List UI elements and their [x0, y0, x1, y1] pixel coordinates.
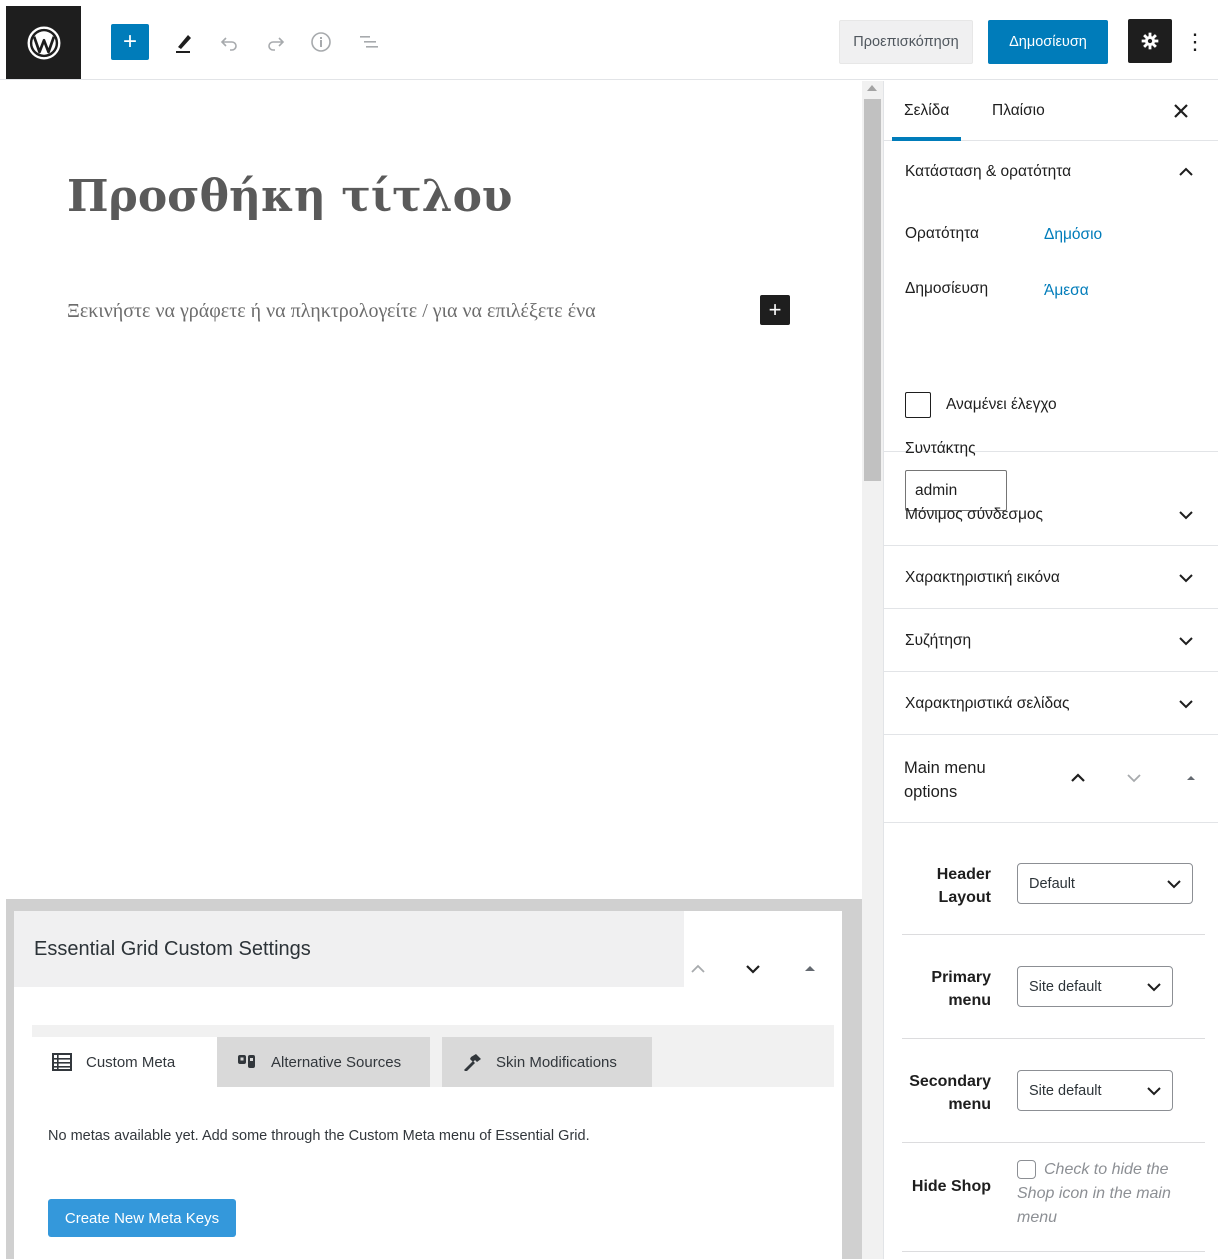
create-meta-keys-button[interactable]: Create New Meta Keys [48, 1199, 236, 1237]
move-up-chevron-icon[interactable] [1068, 768, 1088, 788]
publish-date-link[interactable]: Άμεσα [1044, 282, 1089, 300]
tab-block[interactable]: Πλαίσιο [980, 81, 1057, 141]
header-layout-label: Header Layout [936, 866, 991, 906]
visibility-value-link[interactable]: Δημόσιο [1044, 226, 1102, 244]
status-visibility-title: Κατάσταση & ορατότητα [905, 163, 1072, 180]
visibility-label: Ορατότητα [905, 225, 979, 242]
add-block-button[interactable]: + [111, 24, 149, 60]
chevron-down-icon [1167, 880, 1181, 889]
close-icon[interactable] [1170, 100, 1192, 122]
metabox-tabs: Custom Meta Alternative Sources Skin Mod… [32, 1025, 834, 1087]
main-menu-options-title: Main menu options [904, 759, 986, 801]
scrollbar-thumb[interactable] [864, 99, 881, 481]
wordpress-logo-icon[interactable] [6, 6, 81, 79]
move-up-chevron-icon[interactable] [686, 957, 710, 981]
hide-shop-description: Check to hide the Shop icon in the main … [1017, 1161, 1171, 1226]
publish-button[interactable]: Δημοσίευση [988, 20, 1108, 64]
tab-page[interactable]: Σελίδα [892, 81, 962, 141]
more-options-icon[interactable]: ⋮ [1183, 24, 1207, 60]
chevron-down-icon [1179, 573, 1193, 582]
editor-header: + Προεπισκόπηση Δημοσίευση ⋮ [0, 0, 1218, 80]
permalink-panel[interactable]: Μόνιμος σύνδεσμος [884, 484, 1218, 546]
hammer-icon [464, 1054, 481, 1071]
table-icon [52, 1053, 72, 1071]
collapse-triangle-icon[interactable] [798, 957, 822, 981]
status-visibility-panel: Κατάσταση & ορατότητα Ορατότητα Δημόσιο … [884, 141, 1218, 511]
redo-icon[interactable] [262, 28, 290, 56]
metabox-area: Essential Grid Custom Settings Custom Me… [6, 899, 862, 1259]
metabox-header[interactable]: Essential Grid Custom Settings [14, 911, 684, 987]
move-down-chevron-icon[interactable] [741, 957, 765, 981]
status-visibility-header[interactable]: Κατάσταση & ορατότητα [884, 141, 1218, 203]
tab-skin-modifications[interactable]: Skin Modifications [442, 1037, 652, 1087]
scroll-up-arrow-icon[interactable] [867, 85, 877, 91]
tab-alternative-sources[interactable]: Alternative Sources [217, 1037, 430, 1087]
settings-gear-icon[interactable] [1128, 19, 1172, 63]
editor-canvas: Προσθήκη τίτλου Ξεκινήστε να γράφετε ή ν… [0, 81, 862, 899]
sidebar-tabs: Σελίδα Πλαίσιο [884, 81, 1218, 141]
page-attributes-title: Χαρακτηριστικά σελίδας [905, 694, 1070, 712]
primary-menu-value: Site default [1029, 978, 1102, 995]
metabox-title: Essential Grid Custom Settings [34, 938, 311, 960]
move-down-chevron-icon[interactable] [1124, 768, 1144, 788]
chevron-down-icon [1179, 699, 1193, 708]
main-menu-options-header[interactable]: Main menu options [884, 736, 1218, 823]
publish-label: Δημοσίευση [905, 280, 989, 297]
chevron-down-icon [1147, 983, 1161, 992]
tab-skin-modifications-label: Skin Modifications [496, 1053, 617, 1071]
chevron-up-icon [1179, 167, 1193, 176]
primary-menu-row: Primary menu Site default [902, 936, 1205, 1039]
secondary-menu-label: Secondary menu [909, 1073, 991, 1113]
pending-review-label: Αναμένει έλεγχο [946, 396, 1057, 413]
preview-button[interactable]: Προεπισκόπηση [839, 20, 973, 64]
author-label: Συντάκτης [905, 440, 976, 457]
tab-custom-meta-label: Custom Meta [86, 1053, 176, 1071]
primary-menu-select[interactable]: Site default [1017, 966, 1173, 1007]
post-title-input[interactable]: Προσθήκη τίτλου [67, 171, 512, 222]
undo-icon[interactable] [215, 28, 243, 56]
chevron-down-icon [1147, 1087, 1161, 1096]
paragraph-placeholder[interactable]: Ξεκινήστε να γράφετε ή να πληκτρολογείτε… [67, 300, 596, 323]
sources-icon [238, 1055, 255, 1068]
hide-shop-label: Hide Shop [911, 1178, 991, 1195]
hide-shop-row: Hide Shop Check to hide the Shop icon in… [902, 1144, 1205, 1252]
secondary-menu-value: Site default [1029, 1082, 1102, 1099]
featured-image-panel[interactable]: Χαρακτηριστική εικόνα [884, 547, 1218, 609]
no-metas-message: No metas available yet. Add some through… [48, 1128, 590, 1144]
pending-review-checkbox[interactable] [905, 392, 931, 418]
header-layout-value: Default [1029, 875, 1075, 892]
tab-custom-meta[interactable]: Custom Meta [32, 1037, 217, 1087]
header-layout-row: Header Layout Default [902, 844, 1205, 935]
primary-menu-label: Primary menu [931, 969, 991, 1009]
collapse-triangle-icon[interactable] [1181, 768, 1201, 788]
list-view-icon[interactable] [355, 28, 383, 56]
tab-alternative-sources-label: Alternative Sources [271, 1053, 402, 1071]
essential-grid-metabox: Essential Grid Custom Settings Custom Me… [14, 911, 842, 1259]
featured-image-title: Χαρακτηριστική εικόνα [905, 568, 1060, 586]
pencil-icon[interactable] [170, 28, 198, 56]
secondary-menu-row: Secondary menu Site default [902, 1040, 1205, 1143]
discussion-panel[interactable]: Συζήτηση [884, 610, 1218, 672]
info-icon[interactable] [307, 28, 335, 56]
chevron-down-icon [1179, 636, 1193, 645]
editor-scrollbar[interactable] [862, 81, 883, 1259]
discussion-title: Συζήτηση [905, 631, 972, 649]
settings-sidebar: Σελίδα Πλαίσιο Κατάσταση & ορατότητα Ορα… [883, 81, 1218, 1259]
inline-add-block-button[interactable]: + [760, 295, 790, 325]
page-attributes-panel[interactable]: Χαρακτηριστικά σελίδας [884, 673, 1218, 735]
permalink-title: Μόνιμος σύνδεσμος [905, 505, 1043, 523]
secondary-menu-select[interactable]: Site default [1017, 1070, 1173, 1111]
chevron-down-icon [1179, 510, 1193, 519]
header-layout-select[interactable]: Default [1017, 863, 1193, 904]
